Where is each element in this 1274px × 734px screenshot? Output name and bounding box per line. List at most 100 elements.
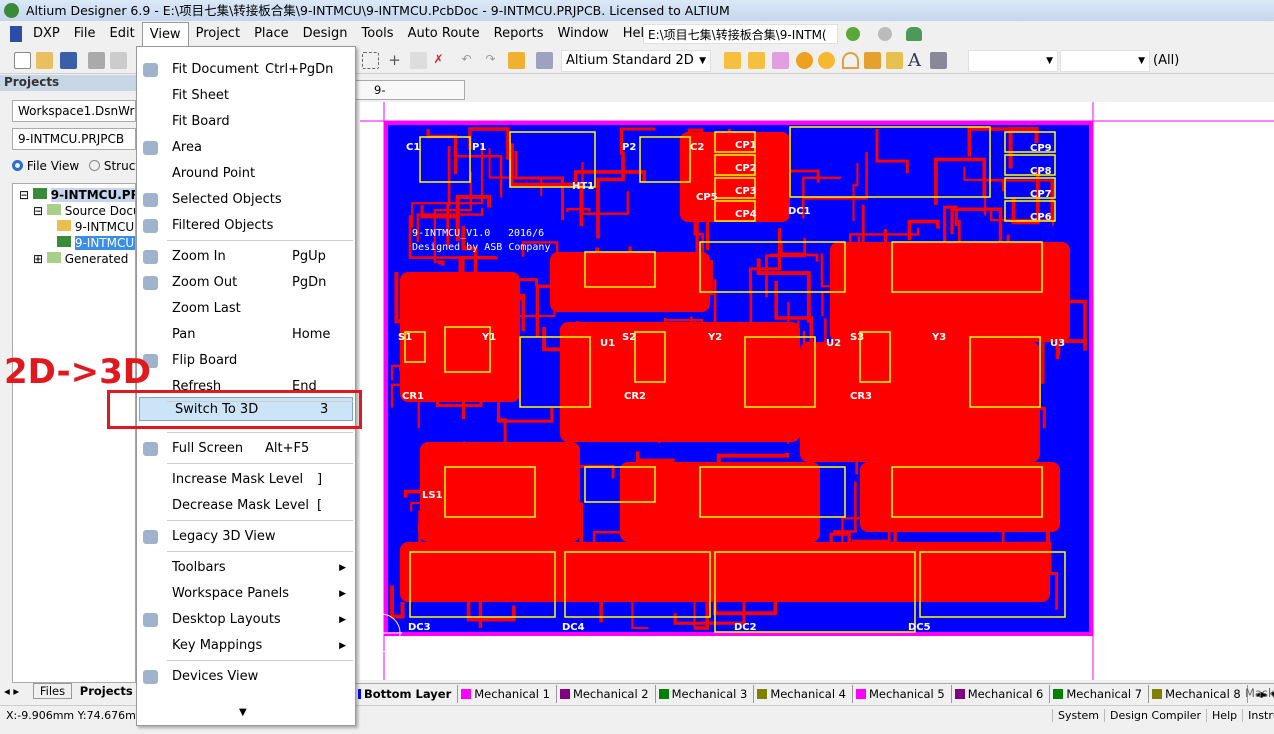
- back-icon[interactable]: [846, 27, 860, 41]
- move-icon[interactable]: +: [386, 52, 403, 69]
- save-icon[interactable]: [60, 52, 77, 69]
- menu-window[interactable]: Window: [551, 22, 616, 46]
- home-icon[interactable]: [906, 27, 922, 41]
- filter-all-value[interactable]: (All): [1153, 53, 1179, 68]
- help-button[interactable]: Help: [1206, 709, 1242, 722]
- menu-dxp[interactable]: DXP: [26, 22, 67, 46]
- mask-label[interactable]: Mask: [1245, 686, 1274, 700]
- instruments-button[interactable]: Instrume: [1242, 709, 1274, 722]
- menu-edit[interactable]: Edit: [103, 22, 142, 46]
- new-icon[interactable]: [14, 52, 31, 69]
- clear-filter-icon[interactable]: ✗: [430, 52, 447, 69]
- expand-icon[interactable]: ⊞: [33, 252, 43, 266]
- menu-item-full-screen[interactable]: Full Screen Alt+F5: [137, 437, 355, 461]
- menu-item-toolbars[interactable]: Toolbars ▶: [137, 556, 355, 580]
- menu-tools[interactable]: Tools: [355, 22, 401, 46]
- fill-icon[interactable]: [864, 52, 881, 69]
- browse-icon[interactable]: [536, 52, 553, 69]
- scroll-left-icon[interactable]: ◂ ▸: [4, 684, 19, 698]
- menu-item-increase-mask-level[interactable]: Increase Mask Level]: [137, 468, 355, 492]
- menu-design[interactable]: Design: [296, 22, 355, 46]
- menu-place[interactable]: Place: [247, 22, 296, 46]
- route-diff-icon[interactable]: [748, 52, 765, 69]
- structure-radio[interactable]: [89, 160, 101, 171]
- open-icon[interactable]: [36, 52, 53, 69]
- print-preview-icon[interactable]: [110, 52, 127, 69]
- menu-item-zoom-last[interactable]: Zoom Last: [137, 297, 355, 321]
- menu-item-around-point[interactable]: Around Point: [137, 162, 355, 186]
- submenu-arrow-icon: ▶: [339, 563, 346, 573]
- menu-item-selected-objects[interactable]: Selected Objects: [137, 188, 355, 212]
- layer-tab-mechanical-1[interactable]: Mechanical 1: [458, 684, 557, 703]
- menu-item-decrease-mask-level[interactable]: Decrease Mask Level [: [137, 494, 355, 518]
- route-icon[interactable]: [724, 52, 741, 69]
- menu-auto-route[interactable]: Auto Route: [401, 22, 487, 46]
- menu-file[interactable]: File: [67, 22, 103, 46]
- tree-source-documents[interactable]: Source Docume: [65, 204, 135, 218]
- layer-tab-mechanical-4[interactable]: Mechanical 4: [754, 684, 853, 703]
- menu-item-devices-view[interactable]: Devices View: [137, 665, 355, 689]
- document-tab[interactable]: 9-INTMCU.PcbDoc: [355, 80, 466, 115]
- tree-pcb-doc[interactable]: 9-INTMCU.P: [74, 236, 135, 250]
- menu-item-zoom-in[interactable]: Zoom In PgUp: [137, 245, 355, 269]
- tree-generated[interactable]: Generated: [65, 252, 129, 266]
- pad-icon[interactable]: [796, 52, 813, 69]
- menu-item-zoom-out[interactable]: Zoom Out PgDn: [137, 271, 355, 295]
- file-view-label[interactable]: File View: [27, 159, 79, 173]
- system-button[interactable]: System: [1052, 709, 1104, 722]
- menu-item-filtered-objects[interactable]: Filtered Objects: [137, 214, 355, 238]
- component-icon[interactable]: [930, 52, 947, 69]
- layer-tab-mechanical-6[interactable]: Mechanical 6: [952, 684, 1051, 703]
- layer-tab-mechanical-8[interactable]: Mechanical 8: [1149, 684, 1248, 703]
- deselect-icon[interactable]: [410, 52, 427, 69]
- menu-item-fit-document[interactable]: Fit Document Ctrl+PgDn: [137, 58, 355, 82]
- menu-item-desktop-layouts[interactable]: Desktop Layouts ▶: [137, 608, 355, 632]
- layer-tab-mechanical-5[interactable]: Mechanical 5: [853, 684, 952, 703]
- view-mode-select[interactable]: Altium Standard 2D ▼: [561, 50, 711, 72]
- tree-schematic[interactable]: 9-INTMCU.S: [75, 220, 135, 234]
- pcb-canvas[interactable]: C1 P1 HT1 P2 C2 CP1 CP2 CP3 CP4 CP5 CP6 CP7 CP8 CP9 DC…: [360, 102, 1274, 680]
- layer-tab-mechanical-7[interactable]: Mechanical 7: [1050, 684, 1150, 703]
- arc-icon[interactable]: [842, 52, 859, 69]
- tab-files[interactable]: Files: [32, 683, 73, 699]
- copper-pour: [400, 542, 1050, 602]
- polygon-icon[interactable]: [886, 52, 903, 69]
- menu-item-fit-board[interactable]: Fit Board: [137, 110, 355, 134]
- layer-tab-mechanical-2[interactable]: Mechanical 2: [557, 684, 656, 703]
- project-field[interactable]: 9-INTMCU.PRJPCB: [12, 128, 136, 150]
- menu-reports[interactable]: Reports: [487, 22, 551, 46]
- menu-project[interactable]: Project: [189, 22, 247, 46]
- collapse-icon[interactable]: ⊟: [19, 188, 29, 202]
- highlight-icon[interactable]: [508, 52, 525, 69]
- menu-item-area[interactable]: Area: [137, 136, 355, 160]
- tab-projects[interactable]: Projects: [76, 684, 137, 698]
- file-view-radio[interactable]: [12, 160, 23, 171]
- zoom-out-icon: [143, 276, 158, 290]
- print-icon[interactable]: [88, 52, 105, 69]
- redo-icon[interactable]: ↷: [482, 52, 499, 69]
- forward-icon[interactable]: [878, 27, 892, 41]
- select-area-icon[interactable]: [362, 52, 379, 69]
- collapse-icon[interactable]: ⊟: [33, 204, 43, 218]
- via-icon[interactable]: [818, 52, 835, 69]
- design-compiler-button[interactable]: Design Compiler: [1104, 709, 1206, 722]
- path-combo[interactable]: E:\项目七集\转接板合集\9-INTM(: [643, 24, 838, 44]
- menu-item-workspace-panels[interactable]: Workspace Panels ▶: [137, 582, 355, 606]
- layer-tab-bottom-layer[interactable]: Bottom Layer: [355, 684, 459, 703]
- menu-item-flip-board[interactable]: Flip Board: [137, 349, 355, 373]
- menu-item-legacy-3d-view[interactable]: Legacy 3D View: [137, 525, 355, 549]
- tree-project[interactable]: 9-INTMCU.PRJ: [50, 188, 135, 202]
- filter-combo-1[interactable]: ▼: [968, 50, 1058, 72]
- workspace-field[interactable]: Workspace1.DsnWrk: [12, 100, 136, 122]
- scroll-down-icon[interactable]: ▼: [239, 707, 247, 718]
- text-icon[interactable]: A: [908, 52, 925, 70]
- filter-combo-2[interactable]: ▼: [1060, 50, 1150, 72]
- undo-icon[interactable]: ↶: [458, 52, 475, 69]
- menu-item-key-mappings[interactable]: Key Mappings ▶: [137, 634, 355, 658]
- layer-tab-mechanical-3[interactable]: Mechanical 3: [656, 684, 755, 703]
- menu-item-pan[interactable]: Pan Home: [137, 323, 355, 347]
- pcb-board-view[interactable]: C1 P1 HT1 P2 C2 CP1 CP2 CP3 CP4 CP5 CP6 CP7 CP8 CP9 DC…: [360, 102, 1274, 680]
- menu-item-fit-sheet[interactable]: Fit Sheet: [137, 84, 355, 108]
- route-multi-icon[interactable]: [772, 52, 789, 69]
- menu-view[interactable]: View: [141, 22, 189, 46]
